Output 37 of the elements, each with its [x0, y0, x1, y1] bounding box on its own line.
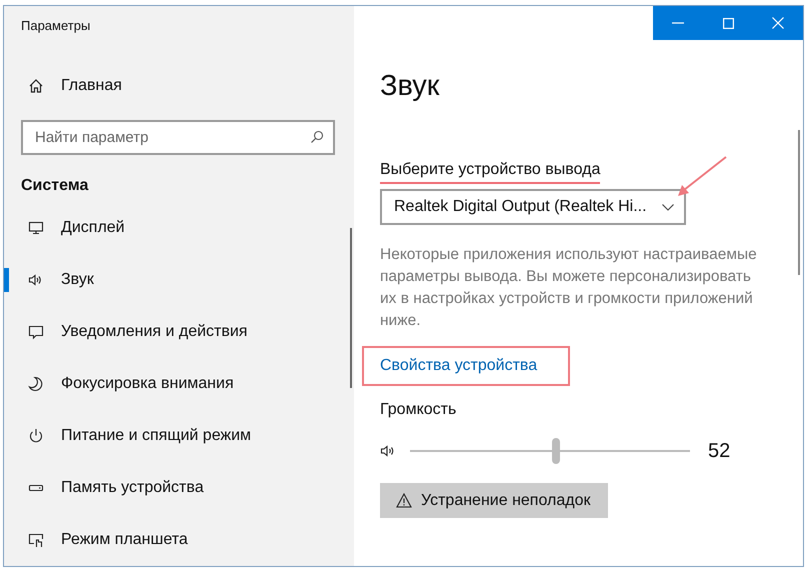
home-nav-item[interactable]: Главная [4, 66, 122, 106]
output-device-label: Выберите устройство вывода [380, 161, 600, 184]
nav-item[interactable]: Звук [4, 254, 102, 306]
scrollbar[interactable] [798, 130, 800, 275]
power-icon [28, 428, 44, 444]
volume-slider[interactable] [410, 438, 690, 464]
description-text: Некоторые приложения используют настраиваемые параметры вывода. Вы можете персонализировать их в настройках устройств и громкости приложений ниже. [380, 245, 758, 331]
nav-item[interactable]: Питание и спящий режим [4, 410, 260, 462]
output-device-dropdown[interactable]: Realtek Digital Output (Realtek Hi... [380, 189, 686, 225]
nav-item[interactable]: Дисплей [4, 202, 133, 254]
maximize-icon [722, 18, 734, 28]
window-title: Параметры [20, 17, 92, 35]
moon-icon [28, 376, 44, 392]
warning-icon [396, 493, 412, 508]
monitor-icon [28, 220, 44, 236]
chevron-down-icon [662, 204, 674, 210]
close-icon [772, 17, 784, 29]
device-properties-link[interactable]: Свойства устройства [380, 357, 538, 375]
section-heading: Система [21, 177, 88, 196]
page-title: Звук [380, 70, 440, 104]
nav-item[interactable]: Режим планшета [4, 514, 196, 566]
volume-value: 52 [708, 440, 730, 462]
home-icon [28, 78, 44, 94]
speaker-icon [28, 272, 44, 288]
volume-label: Громкость [380, 401, 456, 419]
scrollbar[interactable] [350, 228, 352, 388]
nav-item[interactable]: Уведомления и действия [4, 306, 256, 358]
tablet-icon [28, 532, 44, 548]
minimize-icon [672, 22, 684, 24]
search-field[interactable]: Найти параметр [21, 120, 335, 155]
search-icon [310, 130, 324, 144]
nav-item[interactable]: Память устройства [4, 462, 212, 514]
slider-thumb[interactable] [552, 438, 560, 464]
troubleshoot-button[interactable]: Устранение неполадок [380, 483, 608, 518]
nav-item[interactable]: Фокусировка внимания [4, 358, 242, 410]
message-icon [28, 324, 44, 340]
annotation-arrow [676, 156, 728, 198]
